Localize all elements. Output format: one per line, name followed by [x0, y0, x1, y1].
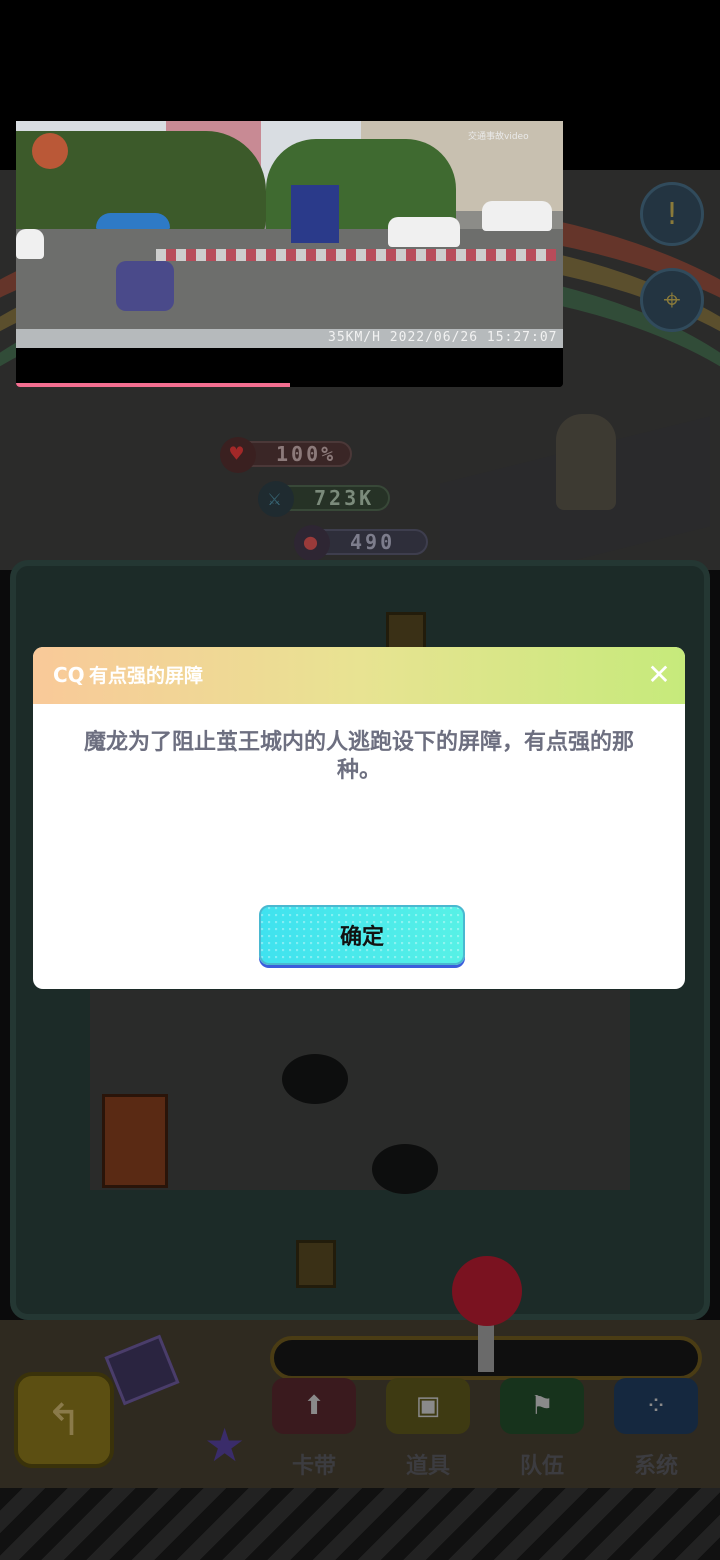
hazard-stripes [0, 1488, 720, 1560]
dashcam-timestamp: 35KM/H 2022/06/26 15:27:07 [328, 330, 558, 345]
character-sprite [556, 414, 616, 510]
frame-crosswalk [156, 249, 556, 261]
arcade-machine[interactable] [102, 1094, 168, 1188]
video-progress-fill [16, 383, 290, 387]
floor-hole [372, 1144, 438, 1194]
coin-icon: ● [294, 525, 330, 561]
sword-icon: ⚔ [258, 481, 294, 517]
dialog-header: CQ 有点强的屏障 ✕ [33, 647, 685, 704]
frame-car [388, 217, 460, 247]
star-icon: ★ [204, 1418, 246, 1472]
frame-car [482, 201, 552, 231]
team-label: 队伍 [519, 1454, 564, 1479]
cassette-label: 卡带 [291, 1454, 336, 1479]
dialog-message: 魔龙为了阻止茧王城内的人逃跑设下的屏障，有点强的那种。 [83, 730, 634, 783]
coin-value: 490 [350, 530, 396, 554]
hp-stat: ♥ 100% [220, 437, 352, 473]
floor-hole [282, 1054, 348, 1104]
map-pin-icon[interactable]: ⌖ [640, 268, 704, 332]
items-button[interactable]: ▣ [386, 1378, 470, 1434]
cassette-button[interactable]: ⬆ [272, 1378, 356, 1434]
grid-icon: ⁘ [645, 1391, 667, 1421]
castle-floor [90, 990, 630, 1190]
system-label: 系统 [633, 1454, 678, 1479]
frame-car [16, 229, 44, 259]
back-button[interactable]: ↰ [14, 1372, 114, 1468]
frame-truck [291, 185, 339, 243]
attack-stat: ⚔ 723K [258, 481, 390, 517]
items-label: 道具 [405, 1454, 450, 1479]
attack-value: 723K [314, 486, 375, 510]
frame-scooter [116, 261, 174, 311]
quest-icon[interactable]: ! [640, 182, 704, 246]
team-button[interactable]: ⚑ [500, 1378, 584, 1434]
heart-icon: ♥ [220, 437, 256, 473]
frame-road [16, 229, 563, 339]
barrier-dialog: CQ 有点强的屏障 ✕ 魔龙为了阻止茧王城内的人逃跑设下的屏障，有点强的那种。 … [33, 647, 685, 989]
confirm-button[interactable]: 确定 [259, 905, 465, 965]
system-button[interactable]: ⁘ [614, 1378, 698, 1434]
video-watermark: 交通事故video [468, 132, 529, 142]
video-frame[interactable]: 交通事故video [16, 121, 563, 348]
joystick-knob[interactable] [452, 1256, 522, 1326]
video-player[interactable]: 交通事故video 35KM/H 2022/06/26 15:27:07 [16, 81, 563, 387]
back-arrow-icon: ↰ [45, 1394, 83, 1446]
coin-stat: ● 490 [294, 525, 428, 561]
game-logo-icon: CQ [53, 663, 85, 687]
frame-umbrella [96, 213, 170, 229]
castle-door-bottom[interactable] [296, 1240, 336, 1288]
close-icon[interactable]: ✕ [645, 661, 673, 689]
upload-icon: ⬆ [303, 1391, 325, 1421]
item-icon: ▣ [415, 1391, 441, 1421]
flag-icon: ⚑ [530, 1391, 554, 1421]
video-progress-track[interactable] [16, 383, 563, 387]
dialog-title: 有点强的屏障 [89, 665, 204, 687]
hp-value: 100% [276, 442, 337, 466]
channel-logo-icon [32, 133, 68, 169]
